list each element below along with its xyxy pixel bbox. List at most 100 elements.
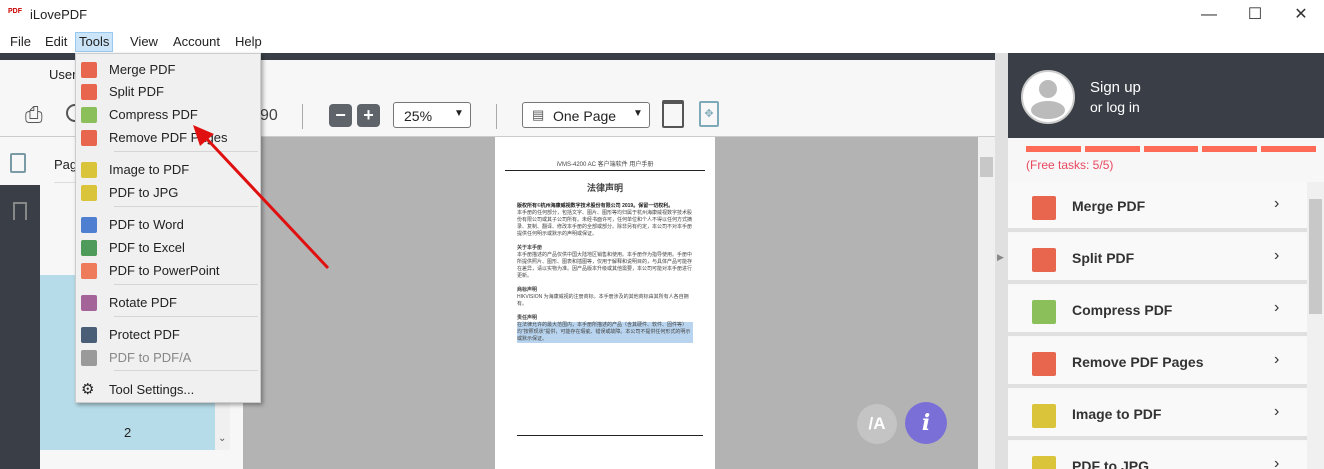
zoom-in-button[interactable]: +: [357, 104, 380, 127]
menu-item-pdf-to-jpg[interactable]: PDF to JPG: [76, 182, 260, 204]
panel-collapse-strip[interactable]: ▶: [995, 53, 1008, 469]
menu-tools[interactable]: Tools: [75, 32, 114, 52]
tool-item-compress-pdf[interactable]: Compress PDF ›: [1008, 286, 1308, 336]
chevron-right-icon: ›: [1274, 247, 1280, 264]
menu-item-label: PDF to PowerPoint: [109, 263, 220, 278]
menu-item-label: PDF to Excel: [109, 240, 185, 255]
menu-account[interactable]: Account: [170, 34, 223, 49]
zoom-out-button[interactable]: −: [329, 104, 352, 127]
zoom-select[interactable]: 25% ▼: [393, 102, 471, 128]
menu-item-pdf-to-word[interactable]: PDF to Word: [76, 214, 260, 236]
menu-separator: [114, 316, 258, 317]
image-to-pdf-icon: [1032, 404, 1056, 428]
pdf-page: iVMS-4200 AC 客户端软件 用户手册 法律声明 版权所有©杭州海康威视…: [495, 137, 715, 469]
menu-item-pdf-to-excel[interactable]: PDF to Excel: [76, 237, 260, 259]
pdf-to-word-icon: [81, 217, 97, 233]
doc-header: iVMS-4200 AC 客户端软件 用户手册: [505, 159, 705, 171]
menu-item-image-to-pdf[interactable]: Image to PDF: [76, 159, 260, 181]
compress-pdf-icon: [1032, 300, 1056, 324]
avatar-head: [1039, 80, 1057, 98]
menu-item-split-pdf[interactable]: Split PDF: [76, 81, 260, 103]
menu-item-merge-pdf[interactable]: Merge PDF: [76, 59, 260, 81]
rotate-pdf-icon: [81, 295, 97, 311]
menu-edit[interactable]: Edit: [42, 34, 70, 49]
sign-up-link[interactable]: Sign up: [1090, 79, 1141, 96]
view-mode-select[interactable]: ▤ One Page ▼: [522, 102, 650, 128]
menu-help[interactable]: Help: [232, 34, 265, 49]
free-tasks-label: (Free tasks: 5/5): [1026, 158, 1114, 172]
tool-label: Remove PDF Pages: [1072, 354, 1204, 370]
tool-item-split-pdf[interactable]: Split PDF ›: [1008, 234, 1308, 284]
zoom-value: 25%: [404, 108, 433, 124]
split-pdf-icon: [81, 84, 97, 100]
chevron-down-icon: ▼: [633, 108, 643, 119]
avatar-body: [1031, 101, 1065, 119]
account-header: Sign up or log in: [1008, 53, 1324, 138]
menu-item-label: PDF to Word: [109, 217, 184, 232]
doc-heading2: 关于本手册: [517, 245, 543, 251]
tools-dropdown-menu: Merge PDF Split PDF Compress PDF Remove PDF…: [75, 53, 261, 403]
menu-view[interactable]: View: [127, 34, 161, 49]
chevron-right-icon: ›: [1274, 299, 1280, 316]
menu-item-rotate-pdf[interactable]: Rotate PDF: [76, 292, 260, 314]
page-layout-icon: ▤: [532, 107, 545, 122]
thumbnail-page-number: 2: [124, 425, 132, 440]
log-in-link[interactable]: or log in: [1090, 99, 1140, 115]
menu-file[interactable]: File: [7, 34, 34, 49]
menu-item-label: Split PDF: [109, 84, 164, 99]
menu-item-compress-pdf[interactable]: Compress PDF: [76, 104, 260, 126]
menu-item-tool-settings[interactable]: ⚙ Tool Settings...: [76, 379, 260, 401]
user-tab[interactable]: User: [49, 67, 76, 82]
menu-item-protect-pdf[interactable]: Protect PDF: [76, 324, 260, 346]
tool-label: Split PDF: [1072, 250, 1135, 266]
print-icon[interactable]: ⎙: [25, 102, 51, 127]
minimize-button[interactable]: —: [1186, 0, 1232, 30]
scroll-thumb[interactable]: [1309, 199, 1322, 314]
image-to-pdf-icon: [81, 162, 97, 178]
viewer-scrollbar[interactable]: [978, 137, 995, 469]
tool-list-scrollbar[interactable]: [1307, 182, 1324, 469]
free-task-segment: [1143, 146, 1199, 152]
scroll-thumb[interactable]: [980, 157, 993, 177]
menu-item-label: PDF to JPG: [109, 185, 179, 200]
pdf-to-jpg-icon: [1032, 456, 1056, 469]
merge-pdf-icon: [1032, 196, 1056, 220]
menu-item-label: PDF to PDF/A: [109, 350, 192, 365]
free-tasks-progress: [1026, 146, 1316, 152]
divider: [496, 104, 497, 129]
doc-para3: HIKVISION 为海康威视的注册商标。本手册涉及的其他商标由其所有人各自拥有…: [517, 294, 689, 307]
app-logo-icon: PDF: [8, 8, 22, 15]
side-icon-bar: [0, 137, 40, 469]
fit-page-icon[interactable]: ✥: [699, 101, 719, 127]
fit-width-icon[interactable]: [662, 100, 684, 128]
doc-para4-highlighted: 在法律允许的最大范围内，本手册所描述的产品（含其硬件、软件、固件等）均“按照现状…: [517, 322, 693, 343]
tool-item-pdf-to-jpg[interactable]: PDF to JPG ›: [1008, 442, 1308, 469]
doc-footer-line: [517, 435, 703, 436]
tool-label: PDF to JPG: [1072, 458, 1150, 469]
maximize-button[interactable]: ☐: [1232, 0, 1278, 30]
bookmark-icon[interactable]: [13, 202, 27, 220]
menu-item-label: Tool Settings...: [109, 382, 195, 397]
menu-item-pdf-to-powerpoint[interactable]: PDF to PowerPoint: [76, 260, 260, 282]
tool-item-image-to-pdf[interactable]: Image to PDF ›: [1008, 390, 1308, 440]
free-task-segment: [1026, 146, 1081, 152]
free-task-segment: [1202, 146, 1258, 152]
chevron-down-icon: ▼: [454, 108, 464, 119]
menu-separator: [114, 151, 258, 152]
tool-item-remove-pdf-pages[interactable]: Remove PDF Pages ›: [1008, 338, 1308, 388]
compress-pdf-icon: [81, 107, 97, 123]
tool-item-merge-pdf[interactable]: Merge PDF ›: [1008, 182, 1308, 232]
doc-title: 法律声明: [586, 183, 623, 193]
menu-item-remove-pdf-pages[interactable]: Remove PDF Pages: [76, 127, 260, 149]
pages-label: Pag: [54, 157, 78, 172]
close-button[interactable]: ✕: [1278, 0, 1324, 30]
pdfa-float-button[interactable]: /A: [857, 404, 897, 444]
chevron-right-icon: ›: [1274, 403, 1280, 420]
chevron-right-icon: ›: [1274, 195, 1280, 212]
expand-arrow-icon[interactable]: ▶: [997, 252, 1004, 263]
info-float-button[interactable]: i: [905, 402, 947, 444]
pages-icon[interactable]: [10, 153, 26, 173]
menu-item-label: Merge PDF: [109, 62, 176, 77]
scroll-down-icon[interactable]: ⌄: [218, 433, 226, 444]
avatar[interactable]: [1021, 70, 1075, 124]
